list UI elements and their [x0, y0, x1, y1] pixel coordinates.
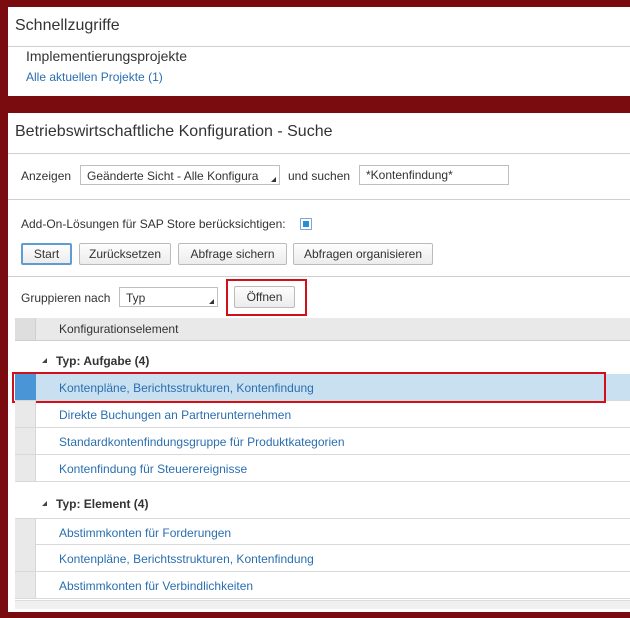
addon-label: Add-On-Lösungen für SAP Store berücksich…: [21, 217, 286, 231]
group-by-value: Typ: [126, 291, 146, 305]
group-header-element[interactable]: Typ: Element (4): [15, 493, 630, 515]
addon-checkbox[interactable]: [300, 218, 312, 230]
config-search-title: Betriebswirtschaftliche Konfiguration - …: [15, 123, 333, 140]
view-select[interactable]: Geänderte Sicht - Alle Konfigura: [80, 165, 280, 185]
table-row[interactable]: Abstimmkonten für Verbindlichkeiten: [15, 572, 630, 599]
row-selector[interactable]: [15, 374, 36, 400]
table-row[interactable]: Abstimmkonten für Forderungen: [15, 518, 630, 545]
row-link[interactable]: Abstimmkonten für Verbindlichkeiten: [59, 579, 253, 593]
group-label: Typ: Element (4): [56, 497, 149, 511]
row-selector[interactable]: [15, 545, 36, 571]
search-label: und suchen: [288, 169, 351, 183]
divider: [8, 199, 630, 200]
table-row[interactable]: Kontenpläne, Berichtsstrukturen, Kontenf…: [15, 374, 630, 401]
table-row[interactable]: Standardkontenfindungsgruppe für Produkt…: [15, 428, 630, 455]
all-current-projects-link[interactable]: Alle aktuellen Projekte (1): [26, 70, 163, 84]
column-header-config-element[interactable]: Konfigurationselement: [59, 322, 178, 336]
horizontal-scrollbar[interactable]: [15, 600, 630, 609]
group-header-task[interactable]: Typ: Aufgabe (4): [15, 350, 630, 372]
table-header: Konfigurationselement: [15, 318, 630, 341]
row-link[interactable]: Kontenfindung für Steuerereignisse: [59, 462, 247, 476]
select-all-column[interactable]: [15, 318, 36, 340]
checkbox-check-icon: [303, 221, 309, 227]
dropdown-arrow-icon: [271, 177, 276, 182]
group-by-label: Gruppieren nach: [21, 291, 111, 305]
row-selector[interactable]: [15, 428, 36, 454]
group-by-select[interactable]: Typ: [119, 287, 218, 307]
row-link[interactable]: Kontenpläne, Berichtsstrukturen, Kontenf…: [59, 552, 314, 566]
show-label: Anzeigen: [21, 169, 72, 183]
row-selector[interactable]: [15, 519, 36, 545]
row-selector[interactable]: [15, 455, 36, 481]
divider: [8, 46, 630, 47]
table-row[interactable]: Kontenpläne, Berichtsstrukturen, Kontenf…: [15, 545, 630, 572]
dropdown-arrow-icon: [209, 299, 214, 304]
organize-queries-button[interactable]: Abfragen organisieren: [293, 243, 433, 265]
row-link[interactable]: Standardkontenfindungsgruppe für Produkt…: [59, 435, 345, 449]
start-button[interactable]: Start: [21, 243, 72, 265]
config-search-panel: Betriebswirtschaftliche Konfiguration - …: [8, 113, 630, 612]
table-row[interactable]: Direkte Buchungen an Partnerunternehmen: [15, 401, 630, 428]
open-button[interactable]: Öffnen: [234, 286, 295, 308]
reset-button[interactable]: Zurücksetzen: [79, 243, 171, 265]
row-selector[interactable]: [15, 401, 36, 427]
view-select-value: Geänderte Sicht - Alle Konfigura: [87, 169, 259, 183]
search-input[interactable]: [359, 165, 509, 185]
group-label: Typ: Aufgabe (4): [56, 354, 150, 368]
row-link[interactable]: Abstimmkonten für Forderungen: [59, 526, 231, 540]
collapse-triangle-icon: [42, 358, 47, 363]
implementation-projects-heading: Implementierungsprojekte: [26, 48, 188, 64]
table-row[interactable]: Kontenfindung für Steuerereignisse: [15, 455, 630, 482]
quick-access-panel: Schnellzugriffe Implementierungsprojekte…: [8, 7, 630, 96]
save-query-button[interactable]: Abfrage sichern: [178, 243, 287, 265]
row-selector[interactable]: [15, 572, 36, 598]
divider: [8, 276, 630, 277]
divider: [8, 153, 630, 154]
collapse-triangle-icon: [42, 501, 47, 506]
quick-access-title: Schnellzugriffe: [15, 17, 120, 34]
row-link[interactable]: Direkte Buchungen an Partnerunternehmen: [59, 408, 291, 422]
row-link[interactable]: Kontenpläne, Berichtsstrukturen, Kontenf…: [59, 381, 314, 395]
